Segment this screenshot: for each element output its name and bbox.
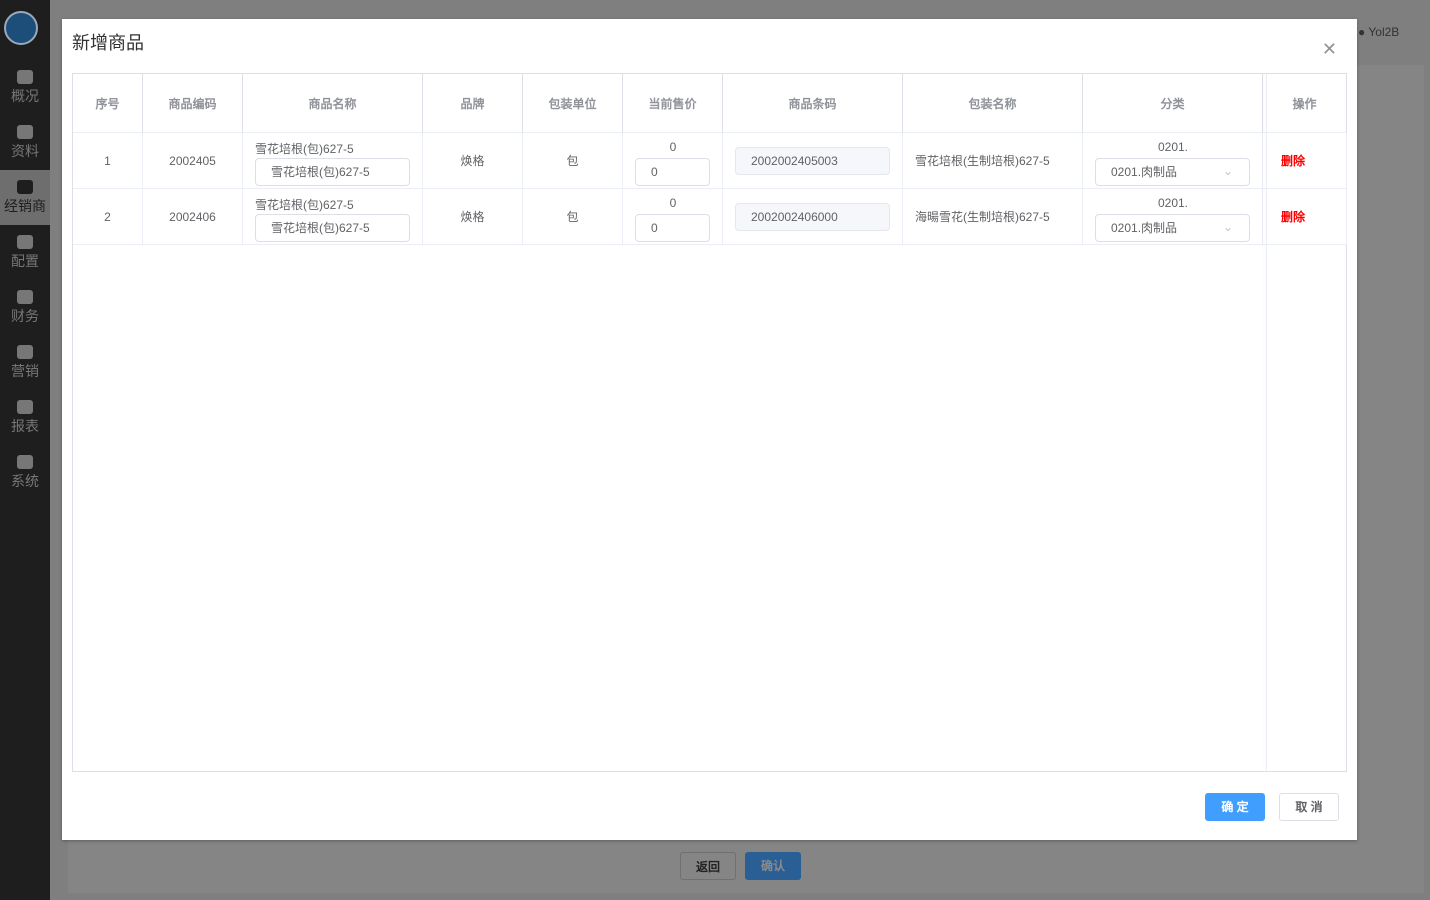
delete-link[interactable]: 删除 xyxy=(1281,208,1305,225)
table-cell: 2002406 xyxy=(143,189,243,245)
table-cell: 雪花培根(生制培根)627-5 xyxy=(903,133,1083,189)
table-cell: 1 xyxy=(73,133,143,189)
sidebar-item-label: 报表 xyxy=(11,418,39,434)
product-name-input[interactable]: 雪花培根(包)627-5 xyxy=(255,214,410,242)
category-code: 0201. xyxy=(1157,196,1189,210)
column-header: 商品条码 xyxy=(723,74,903,133)
brand: 焕格 xyxy=(460,154,485,168)
column-header: 操作 xyxy=(1263,74,1347,133)
confirm-button[interactable]: 确认 xyxy=(745,852,801,880)
sidebar-item-label: 财务 xyxy=(11,308,39,324)
brand: 焕格 xyxy=(460,210,485,224)
barcode-input: 2002002406000 xyxy=(735,203,890,231)
sidebar-item-marketing[interactable]: 营销 xyxy=(0,335,50,390)
table-cell: 包 xyxy=(523,189,623,245)
sidebar-item-label: 系统 xyxy=(11,473,39,489)
table-cell: 2002405 xyxy=(143,133,243,189)
product-name: 雪花培根(包)627-5 xyxy=(255,142,354,156)
product-name-input[interactable]: 雪花培根(包)627-5 xyxy=(255,158,410,186)
column-header: 包装名称 xyxy=(903,74,1083,133)
table-cell: 焕格 xyxy=(423,189,523,245)
pack-name: 海暘雪花(生制培根)627-5 xyxy=(915,210,1050,224)
index: 2 xyxy=(104,209,111,224)
index: 1 xyxy=(104,153,111,168)
sidebar-item-label: 营销 xyxy=(11,363,39,379)
column-header: 品牌 xyxy=(423,74,523,133)
sidebar: 概况 资料 经销商 配置 财务 营销 报表 系统 xyxy=(0,0,50,900)
user-menu[interactable]: ● Yol2B xyxy=(1358,25,1399,39)
building-icon xyxy=(17,70,33,84)
column-header: 序号 xyxy=(73,74,143,133)
category-code: 0201. xyxy=(1157,140,1189,154)
chevron-down-icon: ⌄ xyxy=(1223,220,1234,234)
chevron-down-icon: ⌄ xyxy=(1223,164,1234,178)
column-header: 商品名称 xyxy=(243,74,423,133)
delete-link[interactable]: 删除 xyxy=(1281,152,1305,169)
sidebar-item-config[interactable]: 配置 xyxy=(0,225,50,280)
dialog-title: 新增商品 xyxy=(72,33,144,53)
sidebar-item-reports[interactable]: 报表 xyxy=(0,390,50,445)
table-cell: 删除 xyxy=(1263,133,1347,189)
unit: 包 xyxy=(566,154,579,168)
table-cell: 包 xyxy=(523,133,623,189)
table-cell: 2 xyxy=(73,189,143,245)
price-input[interactable]: 0 xyxy=(635,214,710,242)
chart-icon xyxy=(17,400,33,414)
column-header: 当前售价 xyxy=(623,74,723,133)
gear-icon xyxy=(17,455,33,469)
sidebar-item-system[interactable]: 系统 xyxy=(0,445,50,500)
document-icon xyxy=(17,125,33,139)
back-button[interactable]: 返回 xyxy=(680,852,736,880)
price-input[interactable]: 0 xyxy=(635,158,710,186)
column-header: 商品编码 xyxy=(143,74,243,133)
table-cell: 删除 xyxy=(1263,189,1347,245)
sidebar-item-label: 经销商 xyxy=(4,198,46,214)
product-table: 序号 商品编码 商品名称 品牌 包装单位 当前售价 商品条码 包装名称 分类 操作 1 2002405… xyxy=(72,73,1347,772)
product-name: 雪花培根(包)627-5 xyxy=(255,198,354,212)
cancel-button[interactable]: 取 消 xyxy=(1279,793,1339,821)
sidebar-item-label: 资料 xyxy=(11,143,39,159)
pack-name: 雪花培根(生制培根)627-5 xyxy=(915,154,1050,168)
table-cell: 焕格 xyxy=(423,133,523,189)
column-header: 包装单位 xyxy=(523,74,623,133)
sidebar-item-finance[interactable]: 财务 xyxy=(0,280,50,335)
barcode-input: 2002002405003 xyxy=(735,147,890,175)
username: Yol2B xyxy=(1368,25,1400,39)
sidebar-item-data[interactable]: 资料 xyxy=(0,115,50,170)
sidebar-item-label: 概况 xyxy=(11,88,39,104)
unit: 包 xyxy=(566,210,579,224)
current-price: 0 xyxy=(669,140,677,154)
logo xyxy=(4,11,38,45)
code: 2002406 xyxy=(169,209,216,224)
column-header: 分类 xyxy=(1083,74,1263,133)
code: 2002405 xyxy=(169,153,216,168)
sidebar-item-dealer[interactable]: 经销商 xyxy=(0,170,50,225)
tag-icon xyxy=(17,345,33,359)
coins-icon xyxy=(17,290,33,304)
current-price: 0 xyxy=(669,196,677,210)
user-icon xyxy=(17,180,33,194)
close-icon[interactable]: ✕ xyxy=(1322,39,1337,60)
add-product-dialog: 新增商品 ✕ 序号 商品编码 商品名称 品牌 包装单位 当前售价 商品条码 包装名称 分类 操作 1… xyxy=(62,19,1357,840)
sidebar-item-label: 配置 xyxy=(11,253,39,269)
table-cell: 海暘雪花(生制培根)627-5 xyxy=(903,189,1083,245)
sidebar-item-overview[interactable]: 概况 xyxy=(0,60,50,115)
config-icon xyxy=(17,235,33,249)
fixed-column-divider xyxy=(1266,74,1267,771)
ok-button[interactable]: 确 定 xyxy=(1205,793,1265,821)
